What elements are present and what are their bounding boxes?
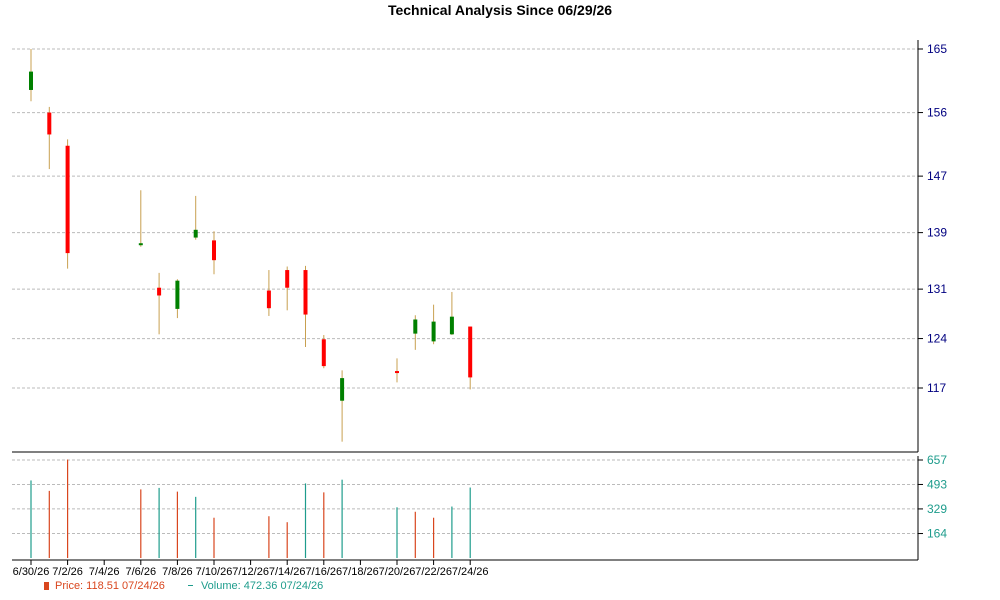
price-y-tick-label: 117 xyxy=(927,381,946,395)
candle-body xyxy=(212,240,216,261)
price-y-tick-label: 139 xyxy=(927,226,947,240)
volume-marker-icon xyxy=(187,585,193,586)
price-marker-icon xyxy=(44,582,49,590)
candle-body xyxy=(47,112,52,135)
chart-canvas: 165 156 147 139 131 124 117 657 493 329 164 6/30/2… xyxy=(12,40,947,578)
candle-body xyxy=(303,270,308,315)
candle-body xyxy=(413,319,418,334)
y-tick-labels: 165 156 147 139 131 124 117 657 493 329 164 xyxy=(927,42,947,541)
x-tick-label: 7/20/26 xyxy=(379,566,416,578)
x-tick-label: 7/22/26 xyxy=(415,566,452,578)
price-y-tick-label: 124 xyxy=(927,332,947,346)
axes xyxy=(12,40,923,565)
candle-body xyxy=(65,145,70,254)
x-tick-label: 7/4/26 xyxy=(89,566,120,578)
price-candles xyxy=(29,49,473,442)
x-tick-label: 6/30/26 xyxy=(13,566,50,578)
x-tick-label: 7/24/26 xyxy=(452,566,489,578)
volume-grid xyxy=(12,459,918,535)
volume-y-tick-label: 329 xyxy=(927,502,947,516)
candle-body xyxy=(193,229,198,238)
x-tick-label: 7/8/26 xyxy=(162,566,193,578)
candle-body xyxy=(285,270,290,288)
volume-y-tick-label: 657 xyxy=(927,453,947,467)
candle-body xyxy=(138,243,143,246)
volume-y-tick-label: 493 xyxy=(927,477,947,491)
candle-body xyxy=(175,280,180,309)
x-tick-label: 7/2/26 xyxy=(52,566,83,578)
candle-body xyxy=(321,339,326,367)
x-tick-label: 7/14/26 xyxy=(269,566,306,578)
candle-body xyxy=(431,321,436,342)
candle-body xyxy=(266,290,271,309)
legend-price: Price: 118.51 07/24/26 xyxy=(44,580,168,592)
candle-body xyxy=(29,71,33,90)
x-tick-label: 7/6/26 xyxy=(126,566,157,578)
price-grid xyxy=(12,48,918,389)
x-tick-label: 7/18/26 xyxy=(342,566,379,578)
candle-body xyxy=(157,287,162,296)
x-tick-labels: 6/30/26 7/2/26 7/4/26 7/6/26 7/8/26 7/10/26 7/… xyxy=(13,566,489,578)
candle-body xyxy=(395,371,399,374)
x-tick-label: 7/12/26 xyxy=(232,566,269,578)
volume-y-tick-label: 164 xyxy=(927,527,947,541)
x-tick-label: 7/10/26 xyxy=(196,566,233,578)
legend: Price: 118.51 07/24/26 Volume: 472.36 07… xyxy=(44,580,323,592)
legend-price-text: Price: 118.51 07/24/26 xyxy=(55,580,165,592)
legend-volume-text: Volume: 472.36 07/24/26 xyxy=(200,580,324,592)
x-tick-label: 7/16/26 xyxy=(305,566,342,578)
legend-volume: Volume: 472.36 07/24/26 xyxy=(168,580,323,592)
candle-body xyxy=(340,378,345,401)
price-y-tick-label: 156 xyxy=(927,106,947,120)
price-y-tick-label: 147 xyxy=(927,169,947,183)
candle-body xyxy=(468,326,473,378)
price-y-tick-label: 165 xyxy=(927,42,947,56)
candle-body xyxy=(449,316,454,335)
price-y-tick-label: 131 xyxy=(927,282,947,296)
